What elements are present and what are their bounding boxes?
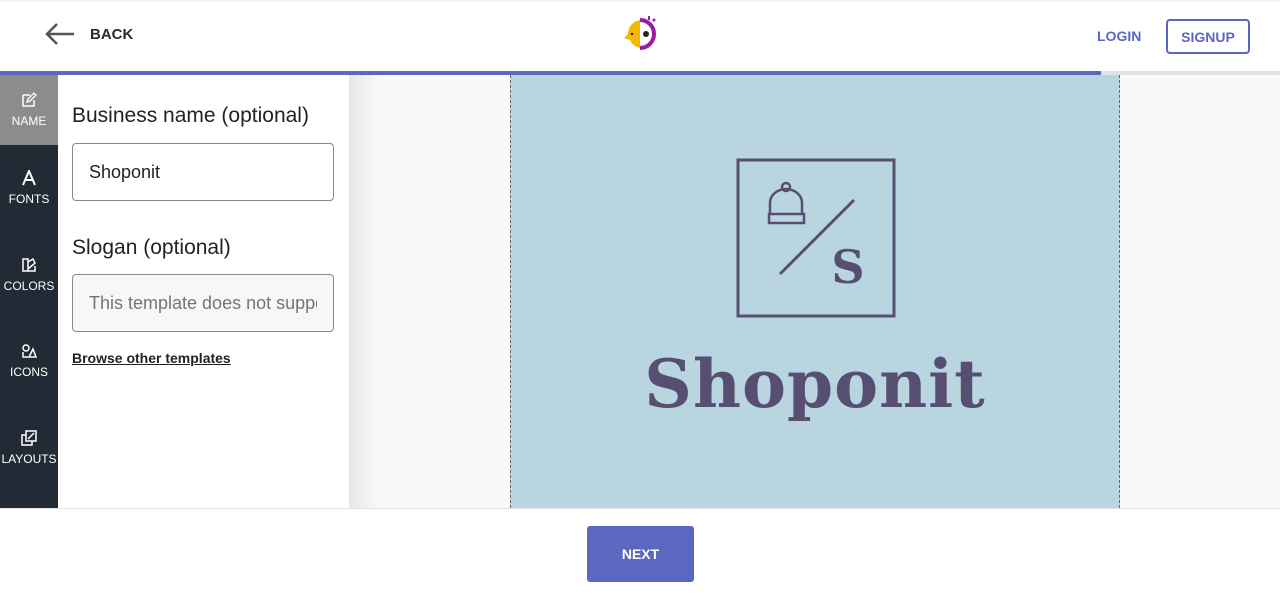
sidebar-item-colors[interactable]: COLORS <box>0 232 58 319</box>
app-logo <box>624 16 656 50</box>
sidebar-item-name[interactable]: NAME <box>0 75 58 145</box>
font-icon <box>22 170 36 186</box>
shapes-icon <box>22 344 37 358</box>
sidebar-item-label: LAYOUTS <box>1 451 57 466</box>
browse-templates-link[interactable]: Browse other templates <box>72 350 231 366</box>
sidebar: NAME FONTS COLORS ICONS LAYOUTS <box>0 75 58 508</box>
sidebar-item-icons[interactable]: ICONS <box>0 318 58 405</box>
canvas-area: S Shoponit <box>349 75 1280 508</box>
header: BACK LOGIN SIGNUP <box>0 0 1280 71</box>
signup-button[interactable]: SIGNUP <box>1166 19 1250 54</box>
arrow-left-icon <box>45 23 74 45</box>
business-name-input[interactable] <box>72 143 334 201</box>
slogan-input[interactable] <box>72 274 334 332</box>
business-name-label: Business name (optional) <box>72 104 309 127</box>
sidebar-item-label: ICONS <box>9 365 48 380</box>
monogram-emblem: S <box>736 158 896 318</box>
sidebar-item-label: FONTS <box>8 192 50 207</box>
panel-shadow <box>349 75 379 508</box>
footer: NEXT <box>0 508 1280 595</box>
name-panel: Business name (optional) Slogan (optiona… <box>58 75 349 508</box>
back-button[interactable]: BACK <box>44 22 133 46</box>
next-button[interactable]: NEXT <box>587 526 694 582</box>
slogan-label: Slogan (optional) <box>72 236 231 259</box>
login-link[interactable]: LOGIN <box>1097 28 1141 44</box>
beanie-hat-icon <box>767 181 806 225</box>
layout-icon <box>21 430 37 446</box>
logo-preview: S Shoponit <box>510 75 1120 508</box>
sidebar-item-fonts[interactable]: FONTS <box>0 145 58 232</box>
sidebar-item-label: COLORS <box>3 278 55 293</box>
monogram-letter: S <box>831 240 864 294</box>
sidebar-item-layouts[interactable]: LAYOUTS <box>0 405 58 492</box>
brand-name: Shoponit <box>644 345 986 423</box>
sidebar-item-label: NAME <box>11 114 47 128</box>
back-label: BACK <box>90 25 134 43</box>
palette-icon <box>22 257 36 272</box>
edit-icon <box>22 92 37 107</box>
